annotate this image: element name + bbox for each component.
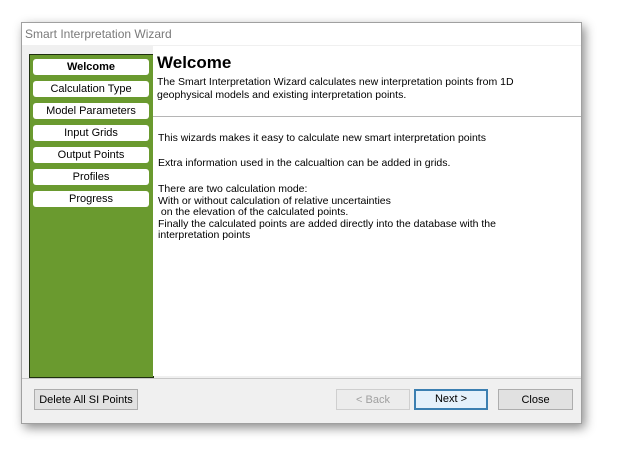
back-button[interactable]: < Back xyxy=(336,389,410,410)
delete-all-si-points-button[interactable]: Delete All SI Points xyxy=(34,389,138,410)
page-header: Welcome The Smart Interpretation Wizard … xyxy=(153,46,581,117)
wizard-steps-sidebar: Welcome Calculation Type Model Parameter… xyxy=(29,54,154,378)
wizard-window: Smart Interpretation Wizard Welcome Calc… xyxy=(21,22,582,424)
content-panel: This wizards makes it easy to calculate … xyxy=(153,117,581,376)
step-progress[interactable]: Progress xyxy=(33,191,149,207)
close-button[interactable]: Close xyxy=(498,389,573,410)
grids-text: Extra information used in the calcualtio… xyxy=(158,157,451,169)
step-output-points[interactable]: Output Points xyxy=(33,147,149,163)
modes-text: There are two calculation mode: With or … xyxy=(158,183,496,241)
intro-text: This wizards makes it easy to calculate … xyxy=(158,132,486,144)
page-title: Welcome xyxy=(157,53,232,72)
step-input-grids[interactable]: Input Grids xyxy=(33,125,149,141)
window-title: Smart Interpretation Wizard xyxy=(22,23,581,45)
step-profiles[interactable]: Profiles xyxy=(33,169,149,185)
step-welcome[interactable]: Welcome xyxy=(33,59,149,75)
footer-divider xyxy=(22,378,581,379)
step-calculation-type[interactable]: Calculation Type xyxy=(33,81,149,97)
page-description: The Smart Interpretation Wizard calculat… xyxy=(157,76,514,101)
step-model-parameters[interactable]: Model Parameters xyxy=(33,103,149,119)
next-button[interactable]: Next > xyxy=(414,389,488,410)
